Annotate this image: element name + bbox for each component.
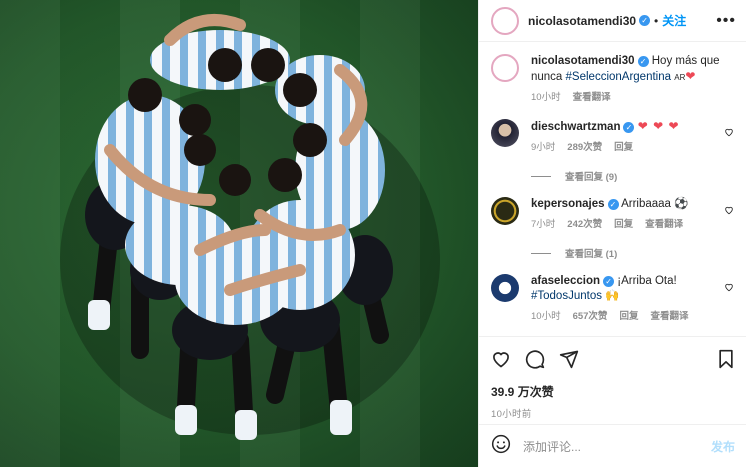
more-icon[interactable]: •••: [716, 12, 736, 30]
caption-username[interactable]: nicolasotamendi30: [531, 55, 635, 67]
post-header: nicolasotamendi30 ✓ • 关注 •••: [479, 0, 746, 42]
reply-button[interactable]: 回复: [619, 309, 638, 324]
avatar[interactable]: [491, 6, 519, 35]
reply-button[interactable]: 回复: [614, 217, 633, 232]
like-comment-heart-icon[interactable]: [724, 205, 734, 215]
translate-link[interactable]: 查看翻译: [650, 309, 688, 324]
add-comment-bar: 添加评论... 发布: [479, 424, 746, 467]
comment-item: afaseleccion ✓ ¡Arriba Ota! #TodosJuntos …: [491, 274, 734, 324]
avatar[interactable]: [491, 274, 519, 302]
comment-likes[interactable]: 242次赞: [567, 217, 602, 232]
caption-time[interactable]: 10小时: [531, 90, 561, 105]
flag-label: AR: [674, 73, 686, 82]
avatar[interactable]: [491, 119, 519, 147]
verified-badge-icon: ✓: [639, 15, 651, 26]
header-username[interactable]: nicolasotamendi30: [528, 14, 636, 28]
emoji-smiley-icon[interactable]: [491, 434, 511, 459]
verified-badge-icon: ✓: [623, 122, 635, 133]
comments-list[interactable]: nicolasotamendi30 ✓ Hoy más que nunca #Se…: [479, 42, 746, 336]
avatar[interactable]: [491, 197, 519, 225]
comment-username[interactable]: dieschwartzman: [531, 121, 620, 133]
follow-button[interactable]: 关注: [662, 12, 686, 29]
view-replies-button[interactable]: 查看回复 (9): [531, 169, 734, 183]
comment-text: ❤ ❤ ❤: [637, 119, 680, 133]
comment-item: kepersonajes ✓ Arribaaaa ⚽ 7小时 242次赞 回复 查…: [491, 197, 734, 232]
comment-text: Arribaaaa ⚽: [621, 198, 689, 210]
comment-time[interactable]: 9小时: [531, 140, 555, 155]
share-send-icon[interactable]: [559, 349, 579, 369]
caption-hashtag[interactable]: #SeleccionArgentina: [566, 71, 672, 83]
comment-time[interactable]: 10小时: [531, 309, 561, 324]
likes-count[interactable]: 39.9 万次赞: [491, 383, 735, 400]
like-comment-heart-icon[interactable]: [724, 127, 734, 137]
huddle-illustration: [60, 14, 440, 440]
post-time: 10小时前: [491, 409, 532, 420]
translate-link[interactable]: 查看翻译: [573, 90, 611, 105]
post-sidebar: nicolasotamendi30 ✓ • 关注 ••• nicolasotam…: [478, 0, 746, 467]
comment-username[interactable]: kepersonajes: [531, 198, 605, 210]
comment-bubble-icon[interactable]: [525, 349, 545, 369]
comment-likes[interactable]: 289次赞: [567, 140, 602, 155]
comment-input[interactable]: 添加评论...: [523, 438, 581, 455]
caption: nicolasotamendi30 ✓ Hoy más que nunca #Se…: [491, 54, 734, 105]
post-comment-button[interactable]: 发布: [711, 438, 735, 455]
post-photo[interactable]: [0, 0, 478, 467]
verified-badge-icon: ✓: [603, 276, 615, 287]
clap-emoji: 🙌: [605, 290, 620, 302]
separator-dot: •: [654, 13, 659, 28]
comment-item: dieschwartzman ✓ ❤ ❤ ❤ 9小时 289次赞 回复: [491, 119, 734, 155]
post-modal: nicolasotamendi30 ✓ • 关注 ••• nicolasotam…: [0, 0, 746, 467]
view-replies-button[interactable]: 查看回复 (1): [531, 246, 734, 260]
like-heart-icon[interactable]: [491, 349, 511, 369]
avatar[interactable]: [491, 54, 519, 82]
like-comment-heart-icon[interactable]: [724, 282, 734, 292]
comment-username[interactable]: afaseleccion: [531, 275, 600, 287]
heart-emoji: ❤: [685, 69, 697, 83]
translate-link[interactable]: 查看翻译: [645, 217, 683, 232]
comment-time[interactable]: 7小时: [531, 217, 555, 232]
verified-badge-icon: ✓: [607, 199, 619, 210]
comment-text: ¡Arriba Ota!: [617, 275, 677, 287]
verified-badge-icon: ✓: [637, 56, 649, 67]
save-bookmark-icon[interactable]: [717, 349, 735, 369]
comment-likes[interactable]: 657次赞: [573, 309, 608, 324]
action-bar: 39.9 万次赞 10小时前: [479, 336, 746, 420]
reply-button[interactable]: 回复: [614, 140, 633, 155]
comment-hashtag[interactable]: #TodosJuntos: [531, 290, 602, 302]
